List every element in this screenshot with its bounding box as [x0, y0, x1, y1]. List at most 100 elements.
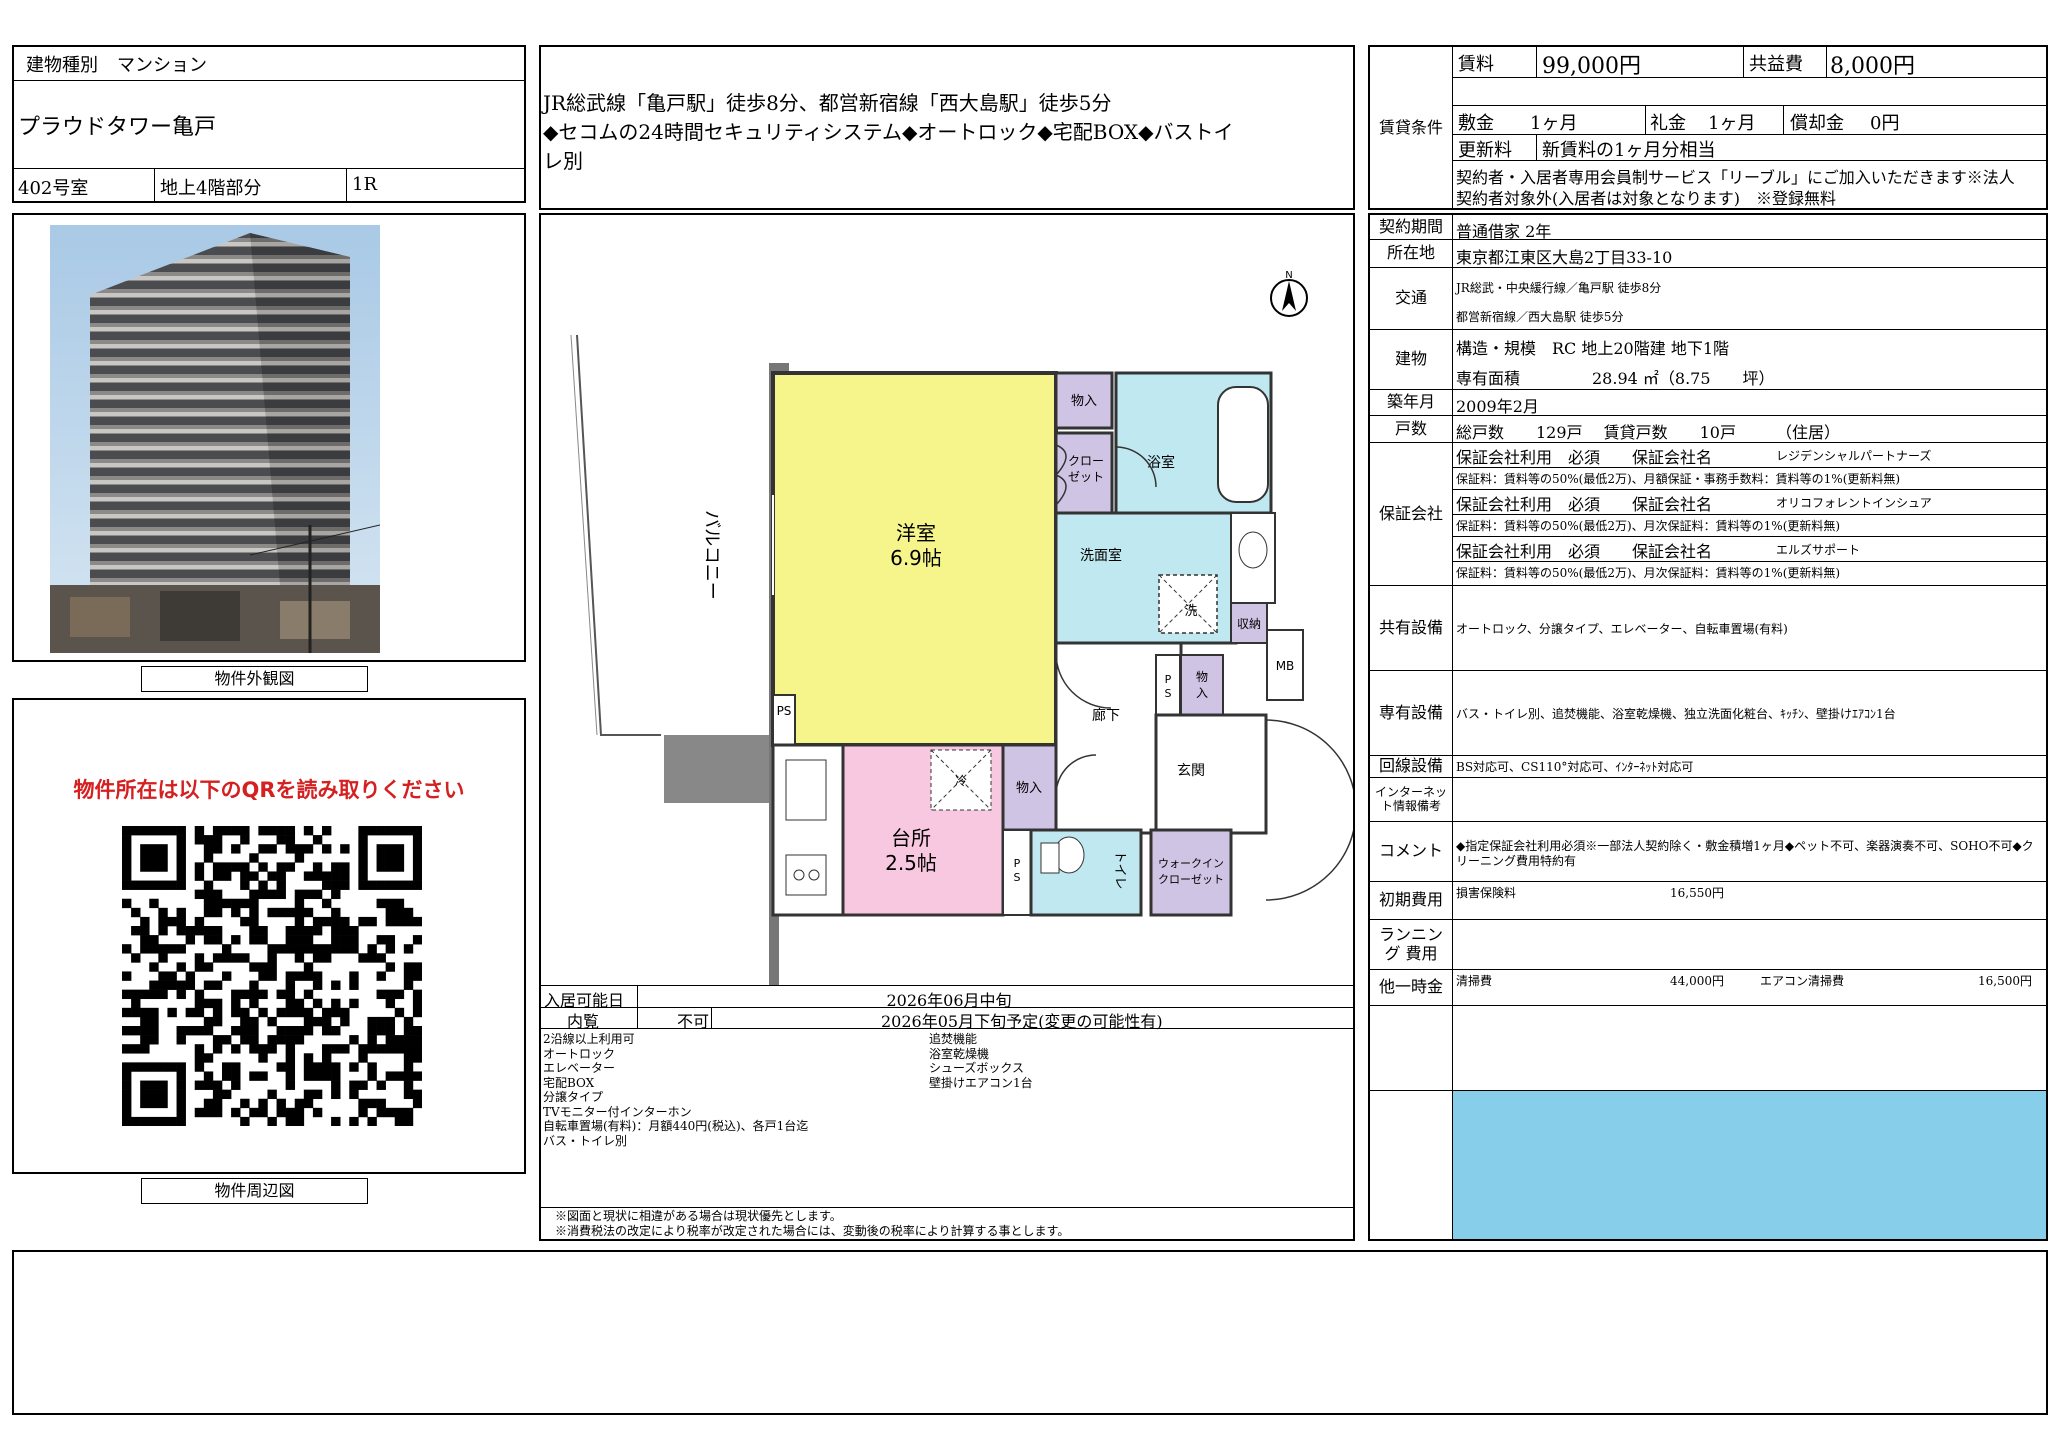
built-label: 築年月 [1386, 392, 1435, 412]
qr-code [122, 826, 422, 1126]
toilet-label: トイレ [1112, 850, 1127, 889]
map-box: 物件所在は以下のQRを読み取りください [12, 698, 526, 1174]
type-value: マンション [117, 55, 207, 76]
entrance-label: 玄関 [1177, 762, 1205, 779]
svg-text:ウォークイン: ウォークイン [1158, 857, 1224, 870]
photo-caption: 物件外観図 [141, 666, 368, 692]
viewing-label: 内覧 [567, 1012, 600, 1031]
key-money-value: 1ヶ月 [1708, 113, 1756, 134]
rent-section-label: 賃貸条件 [1378, 117, 1443, 137]
rent-label: 賃料 [1458, 54, 1494, 75]
contract-label: 契約期間 [1378, 217, 1443, 237]
layout-type: 1R [352, 174, 378, 195]
guarantor-1-name: レジデンシャルパートナーズ [1776, 449, 1932, 463]
north-label: N [1285, 270, 1292, 281]
running-cost-label: ランニング 費用 [1378, 924, 1443, 963]
guarantor-1-terms: 保証料：賃料等の50%(最低2万)、月額保証・事務手数料：賃料等の1%(更新料無… [1456, 472, 1901, 486]
area-value: 28.94 ㎡（8.75 坪） [1592, 369, 1775, 388]
guarantor-3-name: エルズサポート [1776, 543, 1861, 557]
amortization-value: 0円 [1870, 113, 1900, 134]
common-fee-label: 共益費 [1749, 54, 1803, 75]
washroom-label: 洗面室 [1080, 547, 1122, 564]
svg-text:クロー: クロー [1068, 454, 1104, 468]
line-value: BS対応可、CS110°対応可、ｲﾝﾀｰﾈｯﾄ対応可 [1456, 760, 1694, 774]
amortization-label: 償却金 [1790, 113, 1844, 134]
qr-heading: 物件所在は以下のQRを読み取りください [73, 778, 465, 802]
svg-text:S: S [1014, 871, 1021, 884]
svg-text:収納: 収納 [1237, 617, 1261, 631]
guarantor-2-name: オリコフォレントインシュア [1776, 496, 1932, 510]
features-right: 追焚機能 浴室乾燥機 シューズボックス 壁掛けエアコン1台 [929, 1032, 1033, 1090]
key-money-label: 礼金 [1650, 113, 1686, 134]
summary-line-2: ◆セコムの24時間セキュリティシステム◆オートロック◆宅配BOX◆バストイ [543, 120, 1234, 144]
rent-value: 99,000円 [1542, 54, 1641, 79]
guarantor-2-terms: 保証料：賃料等の50%(最低2万)、月次保証料：賃料等の1%(更新料無) [1456, 519, 1841, 533]
western-room-size: 6.9帖 [890, 546, 942, 570]
svg-text:MB: MB [1276, 659, 1295, 673]
comment-label: コメント [1378, 841, 1443, 861]
transport-line-2: 都営新宿線／西大島駅 徒歩5分 [1456, 310, 1624, 324]
onetime-label: 他一時金 [1378, 977, 1443, 997]
summary-line-3: レ別 [543, 149, 583, 173]
rent-box: 賃貸条件 賃料 99,000円 共益費 8,000円 敷金 1ヶ月 礼金 1ヶ月… [1368, 45, 2048, 210]
features-left: 2沿線以上利用可 オートロック エレベーター 宅配BOX 分譲タイプ TVモニター付イン… [543, 1032, 809, 1148]
guarantor-3-terms: 保証料：賃料等の50%(最低2万)、月次保証料：賃料等の1%(更新料無) [1456, 566, 1841, 580]
svg-text:ゼット: ゼット [1068, 470, 1104, 484]
building-name: プラウドタワー亀戸 [18, 115, 217, 140]
hallway-label: 廊下 [1092, 707, 1120, 724]
balcony-label: バルコニー [701, 510, 722, 600]
private-facilities-value: バス・トイレ別、追焚機能、浴室乾燥機、独立洗面化粧台、ｷｯﾁﾝ、壁掛けｴｱｺﾝ1… [1456, 707, 1896, 721]
summary-box: JR総武線「亀戸駅」徒歩8分、都営新宿線「西大島駅」徒歩5分 ◆セコムの24時間… [539, 45, 1355, 210]
ac-cleaning-item: エアコン清掃費 [1760, 974, 1845, 988]
guarantor-label: 保証会社 [1378, 503, 1443, 523]
renewal-value: 新賃料の1ヶ月分相当 [1542, 140, 1716, 161]
svg-text:P: P [1014, 857, 1021, 870]
header-box: 建物種別 マンション プラウドタワー亀戸 402号室 地上4階部分 1R [12, 45, 526, 203]
ac-cleaning-amount: 16,500円 [1978, 974, 2032, 988]
guarantor-1-use: 保証会社利用 必須 保証会社名 [1456, 448, 1713, 467]
shared-facilities-label: 共有設備 [1378, 617, 1443, 637]
address-value: 東京都江東区大島2丁目33-10 [1456, 248, 1673, 267]
floorplan-box: N バルコニー 洋室 6.9帖 PS 物入 クロー ゼット 浴室 洗面室 洗 収… [539, 213, 1355, 1241]
photo-box [12, 213, 526, 662]
structure-value: 構造・規模 RC 地上20階建 地下1階 [1456, 339, 1730, 358]
deposit-label: 敷金 [1458, 113, 1494, 134]
footnotes: ※図面と現状に相違がある場合は現状優先とします。 ※消費税法の改定により税率が改定… [555, 1209, 1070, 1238]
initial-cost-amount: 16,550円 [1670, 886, 1724, 900]
guarantor-2-use: 保証会社利用 必須 保証会社名 [1456, 495, 1713, 514]
building-label: 建物 [1394, 349, 1427, 369]
private-facilities-label: 専有設備 [1378, 702, 1443, 722]
floor-plan: N バルコニー 洋室 6.9帖 PS 物入 クロー ゼット 浴室 洗面室 洗 収… [570, 270, 1353, 985]
viewing-note: 2026年05月下旬予定(変更の可能性有) [881, 1012, 1163, 1031]
details-box: 契約期間 普通借家 2年 所在地 東京都江東区大島2丁目33-10 交通 JR総… [1368, 213, 2048, 1241]
renewal-label: 更新料 [1458, 140, 1512, 161]
internet-label: インターネッ ト情報備考 [1374, 784, 1447, 813]
common-fee-value: 8,000円 [1830, 54, 1915, 79]
initial-cost-item: 損害保険料 [1456, 886, 1517, 900]
rent-note-2: 契約者対象外(入居者は対象となります) ※登録無料 [1456, 189, 1837, 208]
map-caption: 物件周辺図 [141, 1178, 368, 1204]
svg-text:S: S [1165, 687, 1172, 700]
kitchen-label: 台所 [891, 826, 931, 850]
comment-line-2: リーニング費用特約有 [1456, 854, 1577, 868]
type-label: 建物種別 [26, 55, 98, 76]
summary-line-1: JR総武線「亀戸駅」徒歩8分、都営新宿線「西大島駅」徒歩5分 [543, 91, 1112, 115]
units-label: 戸数 [1394, 418, 1427, 438]
shared-facilities-value: オートロック、分譲タイプ、エレベーター、自転車置場(有料) [1456, 622, 1788, 636]
kitchen-size: 2.5帖 [885, 851, 937, 875]
svg-text:クローゼット: クローゼット [1158, 873, 1224, 886]
initial-cost-label: 初期費用 [1378, 890, 1443, 910]
svg-text:物入: 物入 [1016, 781, 1042, 796]
line-label: 回線設備 [1378, 756, 1443, 776]
area-label: 専有面積 [1456, 369, 1521, 388]
viewing-status: 不可 [677, 1012, 710, 1031]
storage-label: 物入 [1071, 394, 1097, 409]
units-value: 総戸数 129戸 賃貸戸数 10戸 （住居） [1456, 423, 1840, 442]
bottom-box [12, 1250, 2048, 1415]
cleaning-amount: 44,000円 [1670, 974, 1724, 988]
cleaning-item: 清掃費 [1456, 974, 1493, 988]
svg-text:P: P [1165, 673, 1172, 686]
deposit-value: 1ヶ月 [1530, 113, 1578, 134]
western-room-label: 洋室 [896, 521, 936, 545]
transport-label: 交通 [1394, 288, 1427, 308]
